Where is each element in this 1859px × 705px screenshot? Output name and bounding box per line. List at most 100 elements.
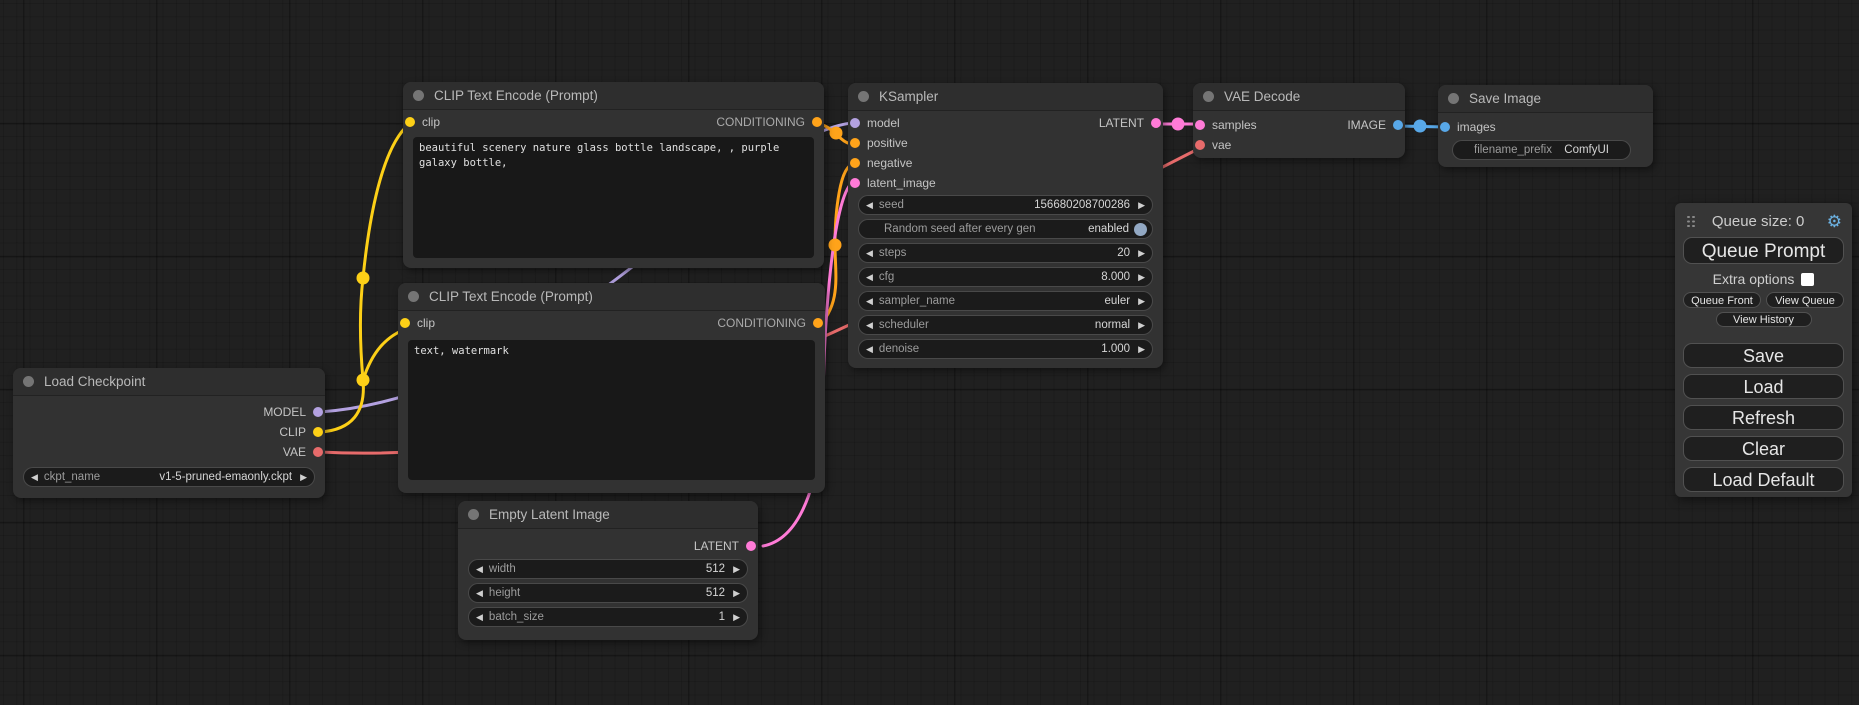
height-widget[interactable]: ◀ height 512 ▶ <box>468 583 748 603</box>
decrement-arrow-icon[interactable]: ◀ <box>866 297 873 306</box>
node-empty-latent-image[interactable]: Empty Latent Image LATENT ◀ width 512 ▶ … <box>458 501 758 640</box>
reroute-dot-clip-1[interactable] <box>357 272 370 285</box>
reroute-dot-clip-2[interactable] <box>357 374 370 387</box>
reroute-dot-latent[interactable] <box>1172 118 1185 131</box>
node-header[interactable]: Load Checkpoint <box>13 368 325 396</box>
reroute-dot-cond-2[interactable] <box>829 239 842 252</box>
node-header[interactable]: CLIP Text Encode (Prompt) <box>403 82 824 110</box>
increment-arrow-icon[interactable]: ▶ <box>1138 345 1145 354</box>
output-slot-conditioning[interactable]: CONDITIONING <box>717 313 823 333</box>
load-button[interactable]: Load <box>1683 374 1844 399</box>
slot-dot-latent[interactable] <box>850 178 860 188</box>
node-clip-text-encode-positive[interactable]: CLIP Text Encode (Prompt) clip CONDITION… <box>403 82 824 268</box>
random-seed-widget[interactable]: Random seed after every gen enabled <box>858 219 1153 239</box>
width-widget[interactable]: ◀ width 512 ▶ <box>468 559 748 579</box>
input-slot-images[interactable]: images <box>1440 117 1496 137</box>
clear-button[interactable]: Clear <box>1683 436 1844 461</box>
settings-gear-icon[interactable]: ⚙ <box>1827 213 1842 230</box>
increment-arrow-icon[interactable]: ▶ <box>733 565 740 574</box>
output-slot-latent[interactable]: LATENT <box>694 536 756 556</box>
queue-front-button[interactable]: Queue Front <box>1683 292 1761 308</box>
node-header[interactable]: VAE Decode <box>1193 83 1405 111</box>
slot-dot-image[interactable] <box>1440 122 1450 132</box>
input-slot-positive[interactable]: positive <box>850 133 908 153</box>
slot-dot-clip[interactable] <box>405 117 415 127</box>
slot-dot-conditioning[interactable] <box>812 117 822 127</box>
input-slot-negative[interactable]: negative <box>850 153 912 173</box>
decrement-arrow-icon[interactable]: ◀ <box>866 201 873 210</box>
slot-dot-vae[interactable] <box>313 447 323 457</box>
queue-prompt-button[interactable]: Queue Prompt <box>1683 237 1844 264</box>
node-vae-decode[interactable]: VAE Decode samples IMAGE vae <box>1193 83 1405 158</box>
refresh-button[interactable]: Refresh <box>1683 405 1844 430</box>
output-slot-vae[interactable]: VAE <box>283 442 323 462</box>
node-graph-canvas[interactable]: Load Checkpoint MODEL CLIP VAE <box>0 0 1859 705</box>
output-slot-conditioning[interactable]: CONDITIONING <box>716 112 822 132</box>
scheduler-widget[interactable]: ◀ scheduler normal ▶ <box>858 315 1153 335</box>
slot-dot-conditioning[interactable] <box>813 318 823 328</box>
load-default-button[interactable]: Load Default <box>1683 467 1844 492</box>
decrement-arrow-icon[interactable]: ◀ <box>866 345 873 354</box>
slot-dot-clip[interactable] <box>313 427 323 437</box>
increment-arrow-icon[interactable]: ▶ <box>1138 201 1145 210</box>
increment-arrow-icon[interactable]: ▶ <box>1138 273 1145 282</box>
input-slot-clip[interactable]: clip <box>405 112 440 132</box>
collapse-dot[interactable] <box>468 509 479 520</box>
decrement-arrow-icon[interactable]: ◀ <box>866 321 873 330</box>
collapse-dot[interactable] <box>858 91 869 102</box>
view-queue-button[interactable]: View Queue <box>1766 292 1844 308</box>
slot-dot-latent[interactable] <box>1151 118 1161 128</box>
view-history-button[interactable]: View History <box>1716 312 1812 327</box>
denoise-widget[interactable]: ◀ denoise 1.000 ▶ <box>858 339 1153 359</box>
decrement-arrow-icon[interactable]: ◀ <box>866 273 873 282</box>
decrement-arrow-icon[interactable]: ◀ <box>866 249 873 258</box>
reroute-dot-cond-1[interactable] <box>830 127 843 140</box>
save-button[interactable]: Save <box>1683 343 1844 368</box>
prompt-text-input[interactable]: text, watermark <box>408 340 815 480</box>
slot-dot-model[interactable] <box>313 407 323 417</box>
node-clip-text-encode-negative[interactable]: CLIP Text Encode (Prompt) clip CONDITION… <box>398 283 825 493</box>
decrement-arrow-icon[interactable]: ◀ <box>476 589 483 598</box>
input-slot-samples[interactable]: samples <box>1195 115 1257 135</box>
input-slot-clip[interactable]: clip <box>400 313 435 333</box>
sampler-name-widget[interactable]: ◀ sampler_name euler ▶ <box>858 291 1153 311</box>
output-slot-clip[interactable]: CLIP <box>279 422 323 442</box>
prompt-text-input[interactable]: beautiful scenery nature glass bottle la… <box>413 137 814 258</box>
ckpt-name-widget[interactable]: ◀ ckpt_name v1-5-pruned-emaonly.ckpt ▶ <box>23 467 315 487</box>
steps-widget[interactable]: ◀ steps 20 ▶ <box>858 243 1153 263</box>
collapse-dot[interactable] <box>23 376 34 387</box>
input-slot-model[interactable]: model <box>850 113 900 133</box>
batch-size-widget[interactable]: ◀ batch_size 1 ▶ <box>468 607 748 627</box>
input-slot-latent-image[interactable]: latent_image <box>850 173 936 193</box>
increment-arrow-icon[interactable]: ▶ <box>1138 297 1145 306</box>
slot-dot-latent[interactable] <box>746 541 756 551</box>
random-seed-toggle[interactable] <box>1134 223 1147 236</box>
node-header[interactable]: CLIP Text Encode (Prompt) <box>398 283 825 311</box>
increment-arrow-icon[interactable]: ▶ <box>1138 249 1145 258</box>
reroute-dot-image[interactable] <box>1414 120 1427 133</box>
collapse-dot[interactable] <box>1203 91 1214 102</box>
decrement-arrow-icon[interactable]: ◀ <box>476 565 483 574</box>
input-slot-vae[interactable]: vae <box>1195 135 1231 155</box>
filename-prefix-widget[interactable]: filename_prefix ComfyUI <box>1452 140 1631 160</box>
extra-options-checkbox[interactable] <box>1801 273 1814 286</box>
slot-dot-image[interactable] <box>1393 120 1403 130</box>
slot-dot-clip[interactable] <box>400 318 410 328</box>
collapse-dot[interactable] <box>413 90 424 101</box>
seed-widget[interactable]: ◀ seed 156680208700286 ▶ <box>858 195 1153 215</box>
output-slot-model[interactable]: MODEL <box>263 402 323 422</box>
slot-dot-model[interactable] <box>850 118 860 128</box>
output-slot-image[interactable]: IMAGE <box>1347 115 1403 135</box>
node-ksampler[interactable]: KSampler model LATENT positive <box>848 83 1163 368</box>
slot-dot-conditioning[interactable] <box>850 158 860 168</box>
increment-arrow-icon[interactable]: ▶ <box>733 589 740 598</box>
decrement-arrow-icon[interactable]: ◀ <box>31 473 38 482</box>
slot-dot-conditioning[interactable] <box>850 138 860 148</box>
collapse-dot[interactable] <box>408 291 419 302</box>
node-header[interactable]: KSampler <box>848 83 1163 111</box>
slot-dot-latent[interactable] <box>1195 120 1205 130</box>
node-save-image[interactable]: Save Image images filename_prefix ComfyU… <box>1438 85 1653 167</box>
node-load-checkpoint[interactable]: Load Checkpoint MODEL CLIP VAE <box>13 368 325 498</box>
increment-arrow-icon[interactable]: ▶ <box>300 473 307 482</box>
slot-dot-vae[interactable] <box>1195 140 1205 150</box>
